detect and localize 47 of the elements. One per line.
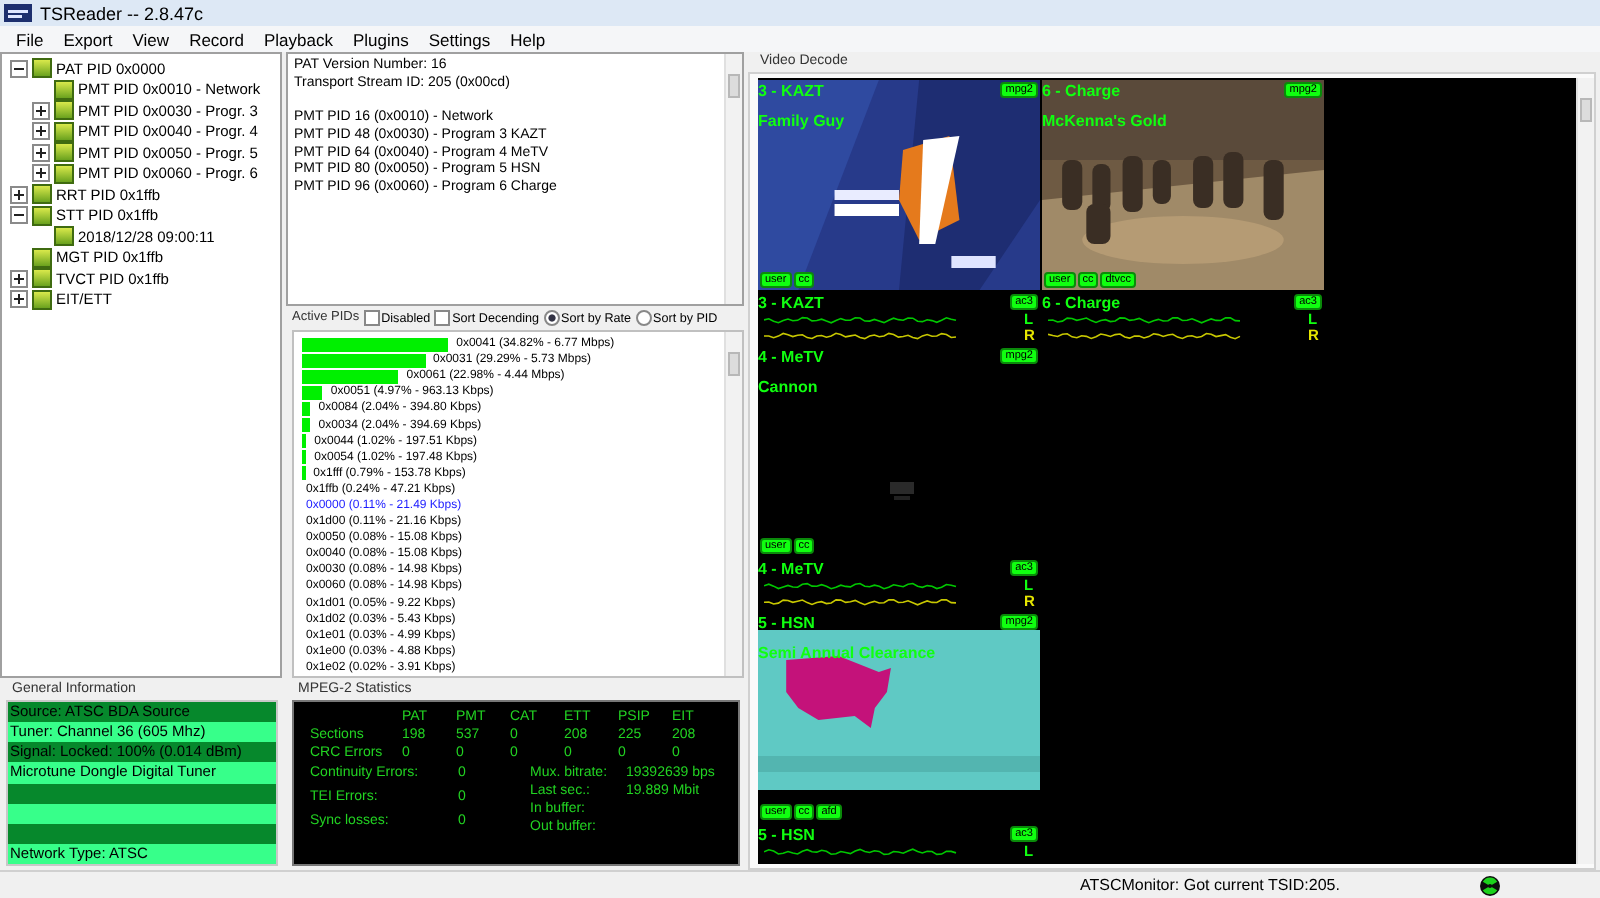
scrollbar[interactable] bbox=[724, 54, 742, 304]
node-icon bbox=[54, 163, 74, 184]
node-icon bbox=[54, 226, 74, 247]
menu-item[interactable]: Plugins bbox=[342, 29, 419, 49]
node-icon bbox=[32, 205, 52, 226]
expander-icon[interactable] bbox=[32, 122, 50, 141]
menu-item[interactable]: File bbox=[6, 29, 54, 49]
node-icon bbox=[54, 100, 74, 121]
menu-item[interactable]: Settings bbox=[418, 29, 501, 49]
channel-name: 3 - KAZT bbox=[758, 294, 824, 312]
expander-icon[interactable] bbox=[10, 206, 28, 225]
status-message: ATSCMonitor: Got current TSID:205. bbox=[1080, 876, 1342, 894]
channel-name: 5 - HSN bbox=[758, 614, 815, 632]
expander-icon[interactable] bbox=[10, 185, 28, 204]
program-title: Family Guy bbox=[758, 112, 845, 132]
expander-icon[interactable] bbox=[32, 143, 50, 162]
radiation-icon bbox=[1480, 875, 1500, 895]
node-icon bbox=[54, 142, 74, 163]
node-icon bbox=[32, 289, 52, 310]
expander-icon[interactable] bbox=[10, 269, 28, 288]
expander-icon[interactable] bbox=[32, 101, 50, 120]
channel-name: 4 - MeTV bbox=[758, 560, 824, 578]
channel-name: 6 - Charge bbox=[1042, 82, 1121, 100]
window-title: TSReader -- 2.8.47c bbox=[40, 3, 204, 23]
channel-name: 3 - KAZT bbox=[758, 82, 824, 100]
menu-item[interactable]: Export bbox=[53, 29, 123, 49]
node-icon bbox=[54, 79, 74, 100]
expander-icon[interactable] bbox=[32, 164, 50, 183]
menu-item[interactable]: Help bbox=[500, 29, 556, 49]
channel-name: 4 - MeTV bbox=[758, 348, 824, 366]
node-icon bbox=[32, 268, 52, 289]
scrollbar[interactable] bbox=[1576, 78, 1594, 864]
channel-name: 6 - Charge bbox=[1042, 294, 1121, 312]
program-title: Semi Annual Clearance bbox=[758, 644, 936, 664]
expander-icon[interactable] bbox=[10, 290, 28, 309]
scrollbar[interactable] bbox=[724, 332, 742, 676]
expander-icon[interactable] bbox=[10, 59, 28, 78]
menu-item[interactable]: View bbox=[122, 29, 180, 49]
program-title: McKenna's Gold bbox=[1042, 112, 1167, 132]
menu-item[interactable]: Playback bbox=[253, 29, 343, 49]
program-title: Cannon bbox=[758, 378, 818, 398]
node-icon bbox=[32, 247, 52, 268]
node-icon bbox=[32, 184, 52, 205]
node-icon bbox=[32, 58, 52, 79]
channel-name: 5 - HSN bbox=[758, 826, 815, 844]
menu-item[interactable]: Record bbox=[179, 29, 254, 49]
node-icon bbox=[54, 121, 74, 142]
